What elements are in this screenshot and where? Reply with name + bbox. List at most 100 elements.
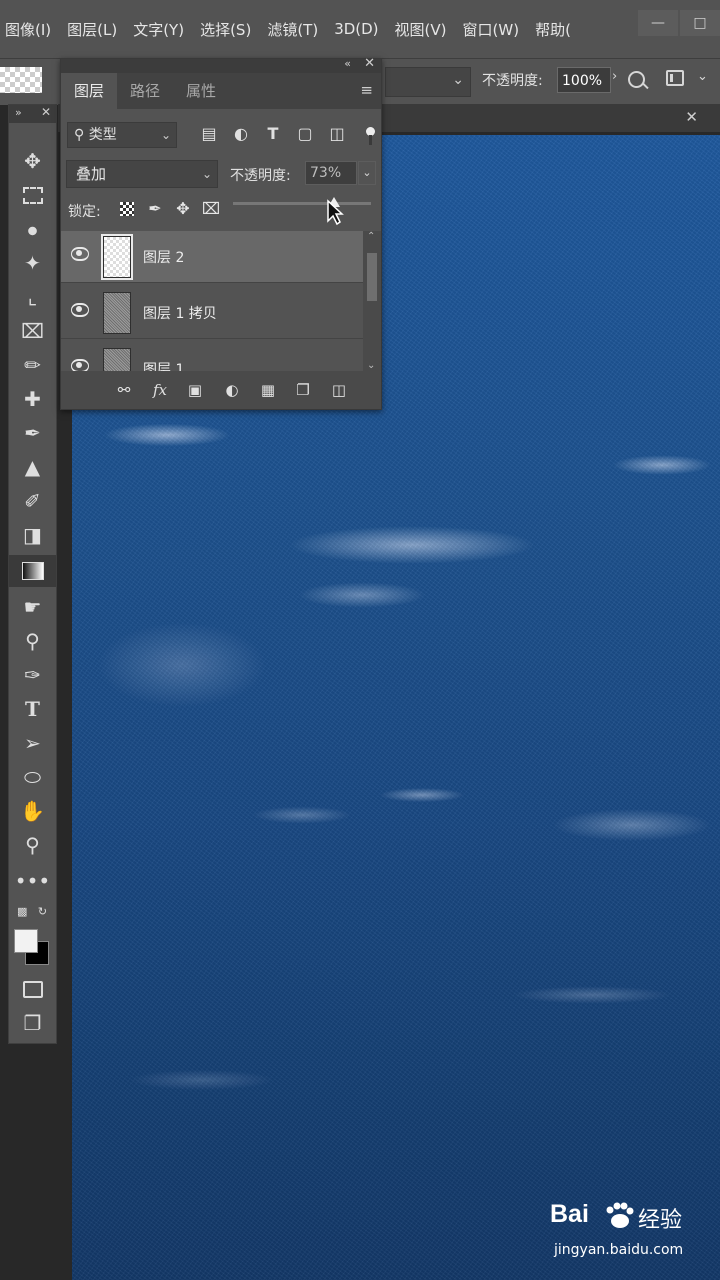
layer-row-2[interactable]: 图层 2 xyxy=(61,231,363,283)
layer-name[interactable]: 图层 1 拷贝 xyxy=(143,303,217,323)
layer-row-1[interactable]: 图层 1 xyxy=(61,343,363,371)
hand-icon[interactable]: ✋ xyxy=(9,795,56,827)
eraser-icon[interactable]: ◨ xyxy=(9,519,56,551)
menu-filter[interactable]: 滤镜(T) xyxy=(259,19,326,40)
tools-panel-header[interactable]: » ✕ xyxy=(9,105,56,123)
layer-thumbnail[interactable] xyxy=(101,234,133,280)
ellipse-icon[interactable]: ⬭ xyxy=(9,761,56,793)
layer-thumbnail[interactable] xyxy=(103,292,131,334)
menu-window[interactable]: 窗口(W) xyxy=(455,19,528,40)
path-select-icon[interactable]: ➢ xyxy=(9,727,56,759)
shape-filter-icon[interactable]: ▢ xyxy=(295,124,315,144)
tab-layers[interactable]: 图层 xyxy=(61,73,118,109)
window-controls: — □ xyxy=(636,10,720,36)
chevron-down-icon[interactable]: ⌄ xyxy=(697,69,708,84)
quick-mask-icon[interactable] xyxy=(9,973,56,1005)
search-icon[interactable] xyxy=(626,65,650,95)
menu-help[interactable]: 帮助( xyxy=(527,19,579,40)
adjustment-filter-icon[interactable]: ◐ xyxy=(231,124,251,144)
menu-image[interactable]: 图像(I) xyxy=(0,19,59,40)
scroll-down-icon[interactable]: ⌄ xyxy=(367,360,375,371)
foreground-color-swatch[interactable] xyxy=(14,929,38,953)
history-brush-icon[interactable]: ✐ xyxy=(9,485,56,517)
opacity-dropdown-button[interactable]: ⌄ xyxy=(358,161,376,185)
brush-icon[interactable]: ✒ xyxy=(9,417,56,449)
eyedropper-icon[interactable]: ✏ xyxy=(9,349,56,381)
opacity-slider-track xyxy=(233,202,371,205)
mode-dropdown[interactable]: ⌄ xyxy=(385,67,471,97)
minimize-button[interactable]: — xyxy=(638,10,678,36)
type-filter-icon[interactable]: T xyxy=(263,124,283,144)
maximize-button[interactable]: □ xyxy=(680,10,720,36)
lasso-icon[interactable]: ⦁ xyxy=(9,213,56,245)
gradient-preview-swatch[interactable] xyxy=(0,67,42,93)
menu-view[interactable]: 视图(V) xyxy=(387,19,455,40)
scroll-thumb[interactable] xyxy=(367,253,377,301)
link-icon[interactable]: ⚯ xyxy=(113,379,135,401)
new-layer-icon[interactable]: ❐ xyxy=(292,379,314,401)
eye-icon[interactable] xyxy=(71,247,89,261)
eye-icon[interactable] xyxy=(71,359,89,371)
pen-icon[interactable]: ✑ xyxy=(9,659,56,691)
close-icon[interactable]: ✕ xyxy=(364,56,375,71)
crop-icon[interactable]: ⌞ xyxy=(9,281,56,313)
panel-menu-icon[interactable]: ≡ xyxy=(360,81,373,99)
type-icon[interactable]: T xyxy=(9,693,56,725)
screen-mode-icon[interactable]: ❐ xyxy=(9,1007,56,1039)
close-icon[interactable]: ✕ xyxy=(41,105,51,119)
layer-opacity-input[interactable]: 73% xyxy=(305,161,357,185)
close-icon[interactable]: ✕ xyxy=(685,108,698,126)
adjustment-icon[interactable]: ◐ xyxy=(221,379,243,401)
layer-name[interactable]: 图层 1 xyxy=(143,359,184,371)
smart-object-filter-icon[interactable]: ◫ xyxy=(327,124,347,144)
scroll-up-icon[interactable]: ⌃ xyxy=(367,231,375,242)
menu-3d[interactable]: 3D(D) xyxy=(326,20,386,38)
fx-icon[interactable]: fx xyxy=(149,379,171,401)
more-icon[interactable]: ••• xyxy=(9,865,56,897)
layers-panel: « ✕ 图层 路径 属性 ≡ ⚲ 类型 ⌄ ▤ ◐ T ▢ ◫ 叠加 ⌄ 不透明… xyxy=(60,56,382,410)
dodge-icon[interactable]: ⚲ xyxy=(9,625,56,657)
zoom-icon[interactable]: ⚲ xyxy=(9,829,56,861)
healing-icon[interactable]: ✚ xyxy=(9,383,56,415)
swap-colors-icon[interactable]: ▩ ↻ xyxy=(17,905,53,919)
lock-paint-icon[interactable]: ✒ xyxy=(145,199,165,219)
lock-transparency-icon[interactable] xyxy=(117,199,137,219)
collapse-icon[interactable]: « xyxy=(344,57,351,70)
menu-type[interactable]: 文字(Y) xyxy=(125,19,192,40)
filter-kind-select[interactable]: ⚲ 类型 ⌄ xyxy=(67,122,177,148)
opacity-label: 不透明度: xyxy=(482,73,543,89)
layer-list-scrollbar[interactable]: ⌃ ⌄ xyxy=(363,231,381,371)
layers-panel-footer: ⚯ fx ▣ ◐ ▦ ❐ ◫ xyxy=(61,371,381,409)
expand-icon[interactable]: » xyxy=(15,106,22,119)
gradient-icon[interactable] xyxy=(9,555,56,587)
folder-icon[interactable]: ▦ xyxy=(257,379,279,401)
mask-icon[interactable]: ▣ xyxy=(184,379,206,401)
quick-select-icon[interactable]: ✦ xyxy=(9,247,56,279)
menu-layer[interactable]: 图层(L) xyxy=(59,19,125,40)
stamp-icon[interactable]: ▲ xyxy=(9,451,56,483)
layer-thumbnail[interactable] xyxy=(103,348,131,371)
pixel-filter-icon[interactable]: ▤ xyxy=(199,124,219,144)
frame-icon[interactable]: ⌧ xyxy=(9,315,56,347)
panel-title-bar[interactable]: « ✕ xyxy=(61,56,381,73)
eye-icon[interactable] xyxy=(71,303,89,317)
trash-icon[interactable]: ◫ xyxy=(328,379,350,401)
chevron-down-icon: ⌄ xyxy=(201,167,212,181)
opacity-input[interactable]: 100% xyxy=(557,67,611,93)
blend-mode-select[interactable]: 叠加 ⌄ xyxy=(66,160,218,188)
layer-name[interactable]: 图层 2 xyxy=(143,247,184,267)
layer-row-1-copy[interactable]: 图层 1 拷贝 xyxy=(61,287,363,339)
move-icon[interactable]: ✥ xyxy=(9,145,56,177)
chevron-right-icon[interactable]: › xyxy=(612,69,617,84)
lock-position-icon[interactable]: ✥ xyxy=(173,199,193,219)
watermark-logo-suffix: 经验 xyxy=(638,1208,683,1233)
menu-select[interactable]: 选择(S) xyxy=(192,19,259,40)
smudge-icon[interactable]: ☛ xyxy=(9,591,56,623)
tab-paths[interactable]: 路径 xyxy=(117,73,173,109)
tab-properties[interactable]: 属性 xyxy=(173,73,229,109)
workspace-icon[interactable] xyxy=(666,70,684,86)
chevron-down-icon: ⌄ xyxy=(452,72,464,88)
marquee-icon[interactable] xyxy=(9,179,56,211)
lock-artboard-icon[interactable]: ⌧ xyxy=(201,199,221,219)
opacity-slider[interactable] xyxy=(231,195,379,217)
